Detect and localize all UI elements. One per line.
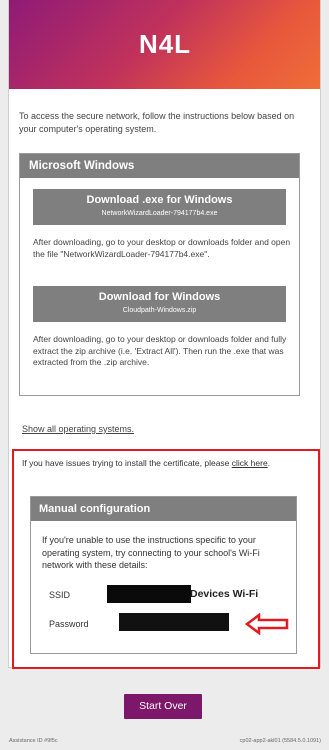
download-zip-button[interactable]: Download for Windows Cloudpath-Windows.z… bbox=[33, 286, 286, 322]
n4l-logo-icon: N4L bbox=[139, 30, 191, 58]
exe-instructions: After downloading, go to your desktop or… bbox=[33, 237, 291, 259]
panel-title: Microsoft Windows bbox=[20, 154, 299, 178]
start-over-button[interactable]: Start Over bbox=[124, 694, 202, 719]
server-id: cp02-app2-akl01 (5584.5.0.1091) bbox=[239, 738, 321, 744]
download-exe-label: Download .exe for Windows bbox=[86, 194, 233, 206]
zip-instructions: After downloading, go to your desktop or… bbox=[33, 334, 287, 367]
show-all-os-link[interactable]: Show all operating systems. bbox=[22, 424, 134, 434]
issue-prefix: If you have issues trying to install the… bbox=[22, 458, 232, 468]
download-exe-filename: NetworkWizardLoader-794177b4.exe bbox=[101, 210, 218, 217]
password-redaction bbox=[119, 613, 229, 631]
ssid-suffix: Devices Wi-Fi bbox=[190, 588, 259, 600]
password-label: Password bbox=[49, 619, 89, 629]
issue-end: . bbox=[267, 458, 271, 468]
manual-title: Manual configuration bbox=[31, 497, 296, 521]
download-exe-button[interactable]: Download .exe for Windows NetworkWizardL… bbox=[33, 189, 286, 225]
download-zip-label: Download for Windows bbox=[98, 291, 221, 303]
issue-text: If you have issues trying to install the… bbox=[22, 458, 282, 470]
ssid-redaction bbox=[107, 585, 191, 603]
ssid-label: SSID bbox=[49, 590, 71, 600]
intro-text: To access the secure network, follow the… bbox=[19, 111, 295, 134]
click-here-link[interactable]: click here bbox=[232, 458, 268, 468]
windows-panel: Microsoft Windows Download .exe for Wind… bbox=[19, 153, 300, 396]
assistance-id: Assistance ID #9f5c bbox=[9, 738, 58, 744]
red-arrow-icon bbox=[245, 613, 289, 635]
svg-text:N4L: N4L bbox=[139, 30, 191, 58]
header-banner: N4L bbox=[9, 0, 320, 89]
download-zip-filename: Cloudpath-Windows.zip bbox=[122, 307, 197, 314]
manual-text: If you're unable to use the instructions… bbox=[42, 535, 260, 570]
